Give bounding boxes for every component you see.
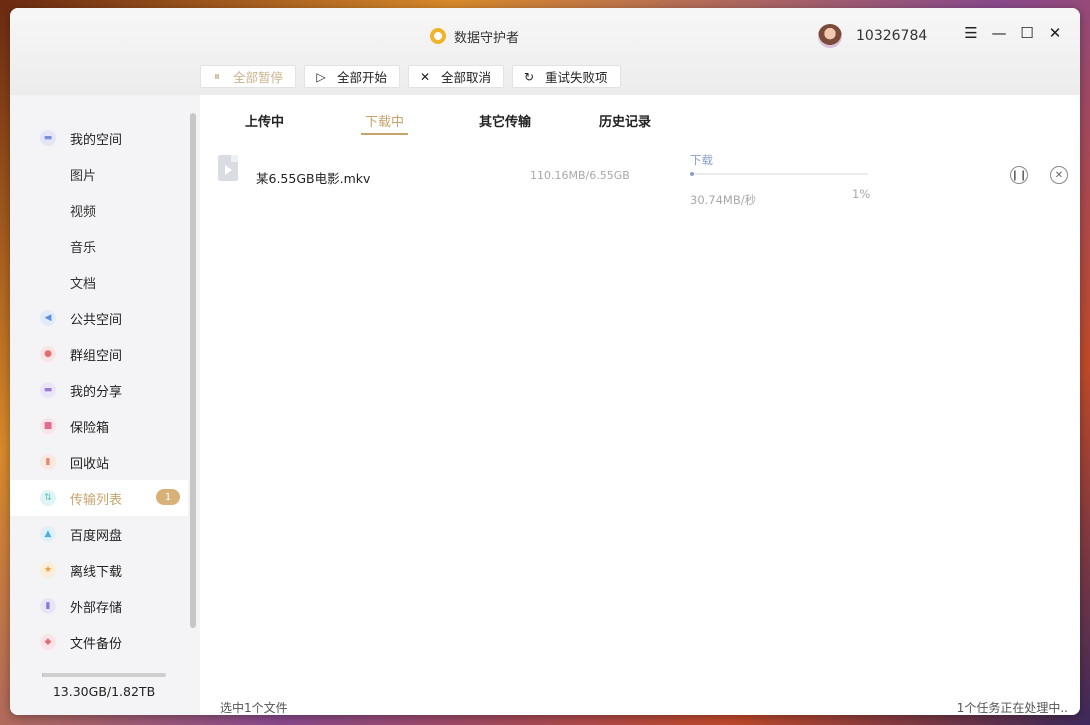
sidebar-item-my-share[interactable]: ▬ 我的分享 [10,372,188,408]
progress-bar [690,173,868,175]
app-title-text: 数据守护者 [454,30,520,46]
sidebar-item-baidu-netdisk[interactable]: ▲ 百度网盘 [10,516,188,552]
baidu-netdisk-icon: ▲ [40,526,56,542]
sidebar-item-documents[interactable]: 文档 [10,264,188,300]
progress-indicator [690,172,694,176]
sidebar-item-music[interactable]: 音乐 [10,228,188,264]
tab-other-transfers[interactable]: 其它传输 [479,111,531,130]
storage-usage-text: 13.30GB/1.82TB [52,684,156,699]
avatar[interactable] [818,24,842,48]
file-size: 110.16MB/6.55GB [530,169,630,182]
title-bar: 数据守护者 10326784 ☰ — ☐ ✕ ⏸ 全部暂停 ▷ 全部开始 ✕ 全… [10,8,1080,95]
app-title: 数据守护者 [430,26,519,46]
tab-uploading[interactable]: 上传中 [245,111,284,130]
storage-usage-fill [42,673,43,677]
start-all-label: 全部开始 [337,70,388,85]
play-icon: ▷ [316,69,326,84]
sidebar-item-recycle-bin[interactable]: ▮ 回收站 [10,444,188,480]
cancel-all-label: 全部取消 [441,70,492,85]
pause-all-button[interactable]: ⏸ 全部暂停 [200,65,297,88]
video-file-icon [218,155,238,181]
retry-failed-label: 重试失败项 [545,70,608,85]
minimize-icon[interactable]: — [992,25,1007,40]
sidebar-item-videos[interactable]: 视频 [10,192,188,228]
app-window: 数据守护者 10326784 ☰ — ☐ ✕ ⏸ 全部暂停 ▷ 全部开始 ✕ 全… [10,8,1080,715]
main-panel: 上传中 下载中 其它传输 历史记录 某6.55GB电影.mkv 110.16MB… [200,95,1080,715]
transfer-speed: 30.74MB/秒 [690,193,757,207]
selection-status: 选中1个文件 [220,701,288,715]
file-name: 某6.55GB电影.mkv [256,171,371,186]
toolbar: ⏸ 全部暂停 ▷ 全部开始 ✕ 全部取消 ↻ 重试失败项 [200,65,621,88]
sidebar-item-my-space[interactable]: ▬ 我的空间 [10,120,188,156]
progress-percent: 1% [852,187,871,201]
external-storage-icon: ▮ [40,598,56,614]
my-space-icon: ▬ [40,130,56,146]
cancel-icon[interactable]: ✕ [1050,166,1068,184]
storage-usage-bar [42,673,166,677]
sidebar-item-transfer-list[interactable]: ⇅ 传输列表 1 [10,480,188,516]
transfer-status: 下载 [690,153,713,167]
recycle-bin-icon: ▮ [40,454,56,470]
public-space-icon: ◀ [40,310,56,326]
app-logo-icon [430,28,446,44]
sidebar-scrollbar[interactable] [190,113,196,628]
cancel-all-button[interactable]: ✕ 全部取消 [408,65,505,88]
task-status: 1个任务正在处理中.. [956,701,1068,715]
user-id: 10326784 [856,28,928,44]
start-all-button[interactable]: ▷ 全部开始 [304,65,401,88]
sidebar-item-public-space[interactable]: ◀ 公共空间 [10,300,188,336]
maximize-icon[interactable]: ☐ [1020,25,1034,40]
transfer-icon: ⇅ [40,490,56,506]
pause-icon[interactable]: ❙❙ [1010,166,1028,184]
retry-failed-button[interactable]: ↻ 重试失败项 [512,65,621,88]
user-info[interactable]: 10326784 [818,24,927,48]
safe-icon: ■ [40,418,56,434]
tab-downloading[interactable]: 下载中 [360,111,409,135]
sidebar-item-images[interactable]: 图片 [10,156,188,192]
cancel-icon: ✕ [420,69,431,84]
sidebar-item-offline-download[interactable]: ★ 离线下载 [10,552,188,588]
tab-history[interactable]: 历史记录 [599,111,651,130]
pause-icon: ⏸ [213,69,220,83]
sidebar-item-external-storage[interactable]: ▮ 外部存储 [10,588,188,624]
menu-icon[interactable]: ☰ [964,25,978,40]
window-controls: ☰ — ☐ ✕ [964,25,1062,40]
group-space-icon: ● [40,346,56,362]
retry-icon: ↻ [524,69,535,84]
close-icon[interactable]: ✕ [1048,25,1062,40]
sidebar-item-file-backup[interactable]: ◆ 文件备份 [10,624,188,660]
transfer-tabs: 上传中 下载中 其它传输 历史记录 [200,95,1080,135]
sidebar: ▬ 我的空间 图片 视频 音乐 文档 ◀ 公共空间 ● 群组空间 ▬ 我的分享 … [10,95,200,715]
transfer-count-badge: 1 [156,489,180,505]
pause-all-label: 全部暂停 [233,70,284,85]
offline-download-icon: ★ [40,562,56,578]
share-icon: ▬ [40,382,56,398]
sidebar-item-group-space[interactable]: ● 群组空间 [10,336,188,372]
backup-icon: ◆ [40,634,56,650]
transfer-row[interactable]: 某6.55GB电影.mkv 110.16MB/6.55GB 下载 30.74MB… [200,143,1080,207]
sidebar-item-safe[interactable]: ■ 保险箱 [10,408,188,444]
